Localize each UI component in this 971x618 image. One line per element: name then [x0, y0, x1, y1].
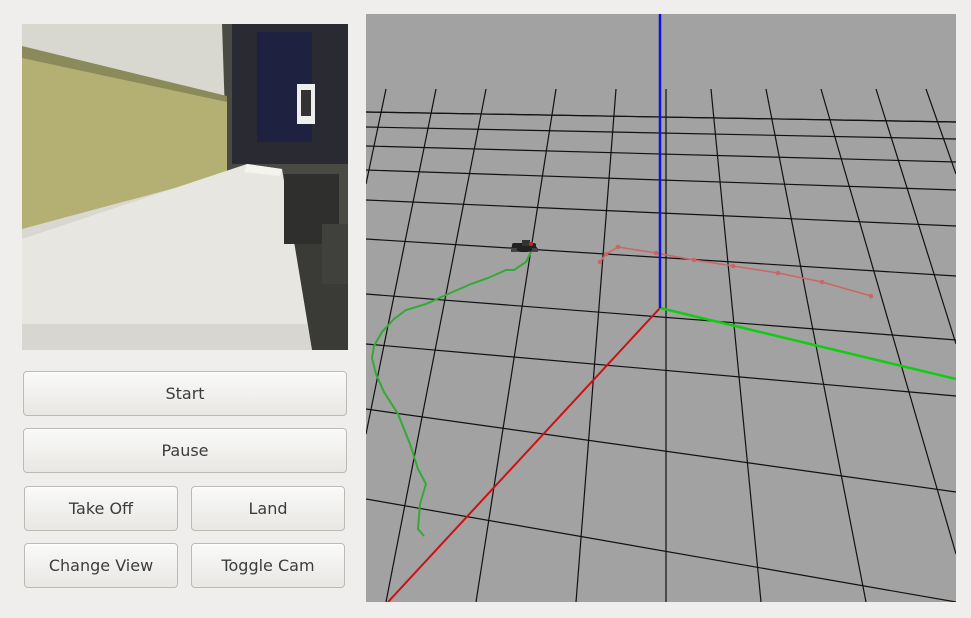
toggle-cam-button[interactable]: Toggle Cam: [191, 543, 345, 588]
camera-feed: [22, 24, 348, 350]
waypoint-marker: [653, 250, 659, 256]
land-button-label: Land: [248, 499, 288, 518]
waypoint-marker: [603, 251, 609, 257]
3d-scene-canvas: [366, 14, 956, 602]
take-off-button[interactable]: Take Off: [24, 486, 178, 531]
app-window: Start Pause Take Off Land Change View To…: [0, 0, 971, 618]
take-off-button-label: Take Off: [68, 499, 134, 518]
pause-button-label: Pause: [161, 441, 209, 460]
pause-button[interactable]: Pause: [23, 428, 347, 473]
start-button-label: Start: [165, 384, 205, 403]
camera-feed-image: [22, 24, 348, 350]
waypoint-marker: [730, 263, 736, 269]
3d-scene-viewport[interactable]: [366, 14, 956, 602]
start-button[interactable]: Start: [23, 371, 347, 416]
waypoint-marker: [868, 293, 874, 299]
change-view-button-label: Change View: [48, 556, 154, 575]
waypoint-marker: [691, 257, 697, 263]
waypoint-marker: [819, 279, 825, 285]
waypoint-marker: [775, 270, 781, 276]
change-view-button[interactable]: Change View: [24, 543, 178, 588]
land-button[interactable]: Land: [191, 486, 345, 531]
waypoint-marker: [597, 259, 603, 265]
waypoint-marker: [615, 244, 621, 250]
toggle-cam-button-label: Toggle Cam: [221, 556, 315, 575]
